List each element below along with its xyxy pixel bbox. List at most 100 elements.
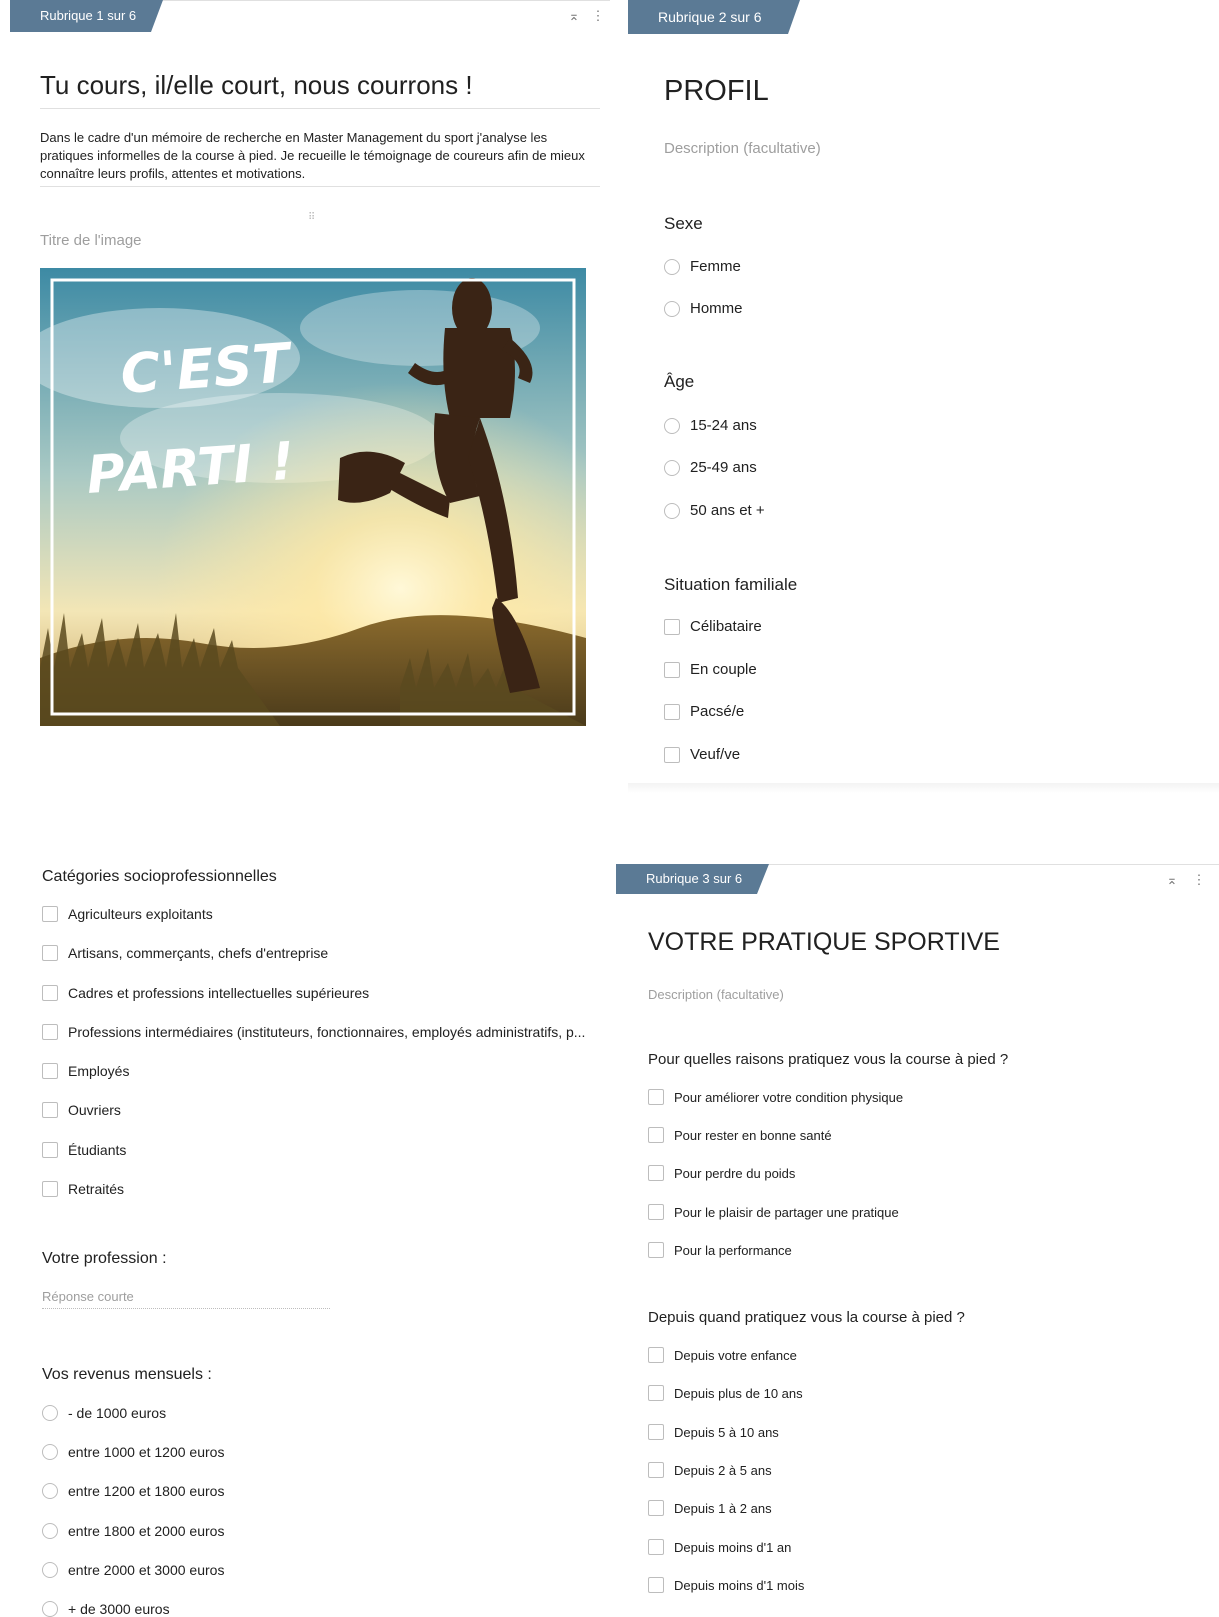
checkbox-option[interactable]: Depuis moins d'1 mois (648, 1577, 804, 1593)
radio-option[interactable]: 15-24 ans (664, 417, 757, 434)
checkbox-square[interactable] (648, 1165, 664, 1181)
question-csp-title: Catégories socioprofessionnelles (42, 868, 277, 885)
checkbox-option[interactable]: Agriculteurs exploitants (42, 906, 213, 922)
checkbox-square[interactable] (648, 1127, 664, 1143)
checkbox-option[interactable]: Depuis 2 à 5 ans (648, 1462, 772, 1478)
checkbox-square[interactable] (648, 1089, 664, 1105)
checkbox-square[interactable] (42, 985, 58, 1001)
section-2-title[interactable]: PROFIL (664, 75, 769, 108)
option-label: 15-24 ans (690, 417, 757, 434)
checkbox-option[interactable]: Depuis 5 à 10 ans (648, 1424, 779, 1440)
radio-circle[interactable] (664, 459, 680, 476)
checkbox-square[interactable] (42, 1024, 58, 1040)
drag-handle-icon[interactable]: ⠿ (308, 212, 316, 223)
option-label: 25-49 ans (690, 459, 757, 476)
radio-circle[interactable] (42, 1601, 58, 1617)
checkbox-option[interactable]: Employés (42, 1063, 129, 1079)
option-label: Retraités (68, 1181, 125, 1197)
radio-option[interactable]: - de 1000 euros (42, 1405, 166, 1421)
option-label: Femme (690, 258, 741, 275)
checkbox-option[interactable]: Ouvriers (42, 1102, 121, 1118)
checkbox-option[interactable]: Pour améliorer votre condition physique (648, 1089, 903, 1105)
radio-option[interactable]: entre 2000 et 3000 euros (42, 1562, 224, 1578)
checkbox-square[interactable] (42, 1102, 58, 1118)
checkbox-square[interactable] (648, 1424, 664, 1440)
option-label: Depuis 2 à 5 ans (674, 1462, 772, 1478)
checkbox-square[interactable] (664, 618, 680, 635)
checkbox-option[interactable]: Pour perdre du poids (648, 1165, 795, 1181)
checkbox-square[interactable] (42, 906, 58, 922)
form-title[interactable]: Tu cours, il/elle court, nous courrons ! (40, 70, 473, 101)
radio-circle[interactable] (664, 258, 680, 275)
radio-option[interactable]: + de 3000 euros (42, 1601, 170, 1617)
checkbox-square[interactable] (648, 1462, 664, 1478)
collapse-icon[interactable]: ⌅ (566, 8, 582, 24)
radio-circle[interactable] (42, 1562, 58, 1578)
checkbox-square[interactable] (664, 746, 680, 763)
checkbox-option[interactable]: Artisans, commerçants, chefs d'entrepris… (42, 945, 328, 961)
image-title-field[interactable]: Titre de l'image (40, 232, 142, 249)
radio-circle[interactable] (42, 1523, 58, 1539)
radio-option[interactable]: entre 1800 et 2000 euros (42, 1523, 224, 1539)
checkbox-option[interactable]: Depuis moins d'1 an (648, 1539, 791, 1555)
radio-circle[interactable] (42, 1444, 58, 1460)
radio-option[interactable]: entre 1000 et 1200 euros (42, 1444, 224, 1460)
checkbox-option[interactable]: Professions intermédiaires (instituteurs… (42, 1024, 585, 1040)
option-label: Employés (68, 1063, 130, 1079)
checkbox-square[interactable] (648, 1204, 664, 1220)
radio-circle[interactable] (664, 417, 680, 434)
checkbox-option[interactable]: Cadres et professions intellectuelles su… (42, 985, 369, 1001)
option-label: Ouvriers (68, 1102, 121, 1118)
section-3-description[interactable]: Description (facultative) (648, 987, 784, 1002)
option-label: entre 1000 et 1200 euros (68, 1444, 225, 1460)
checkbox-square[interactable] (648, 1539, 664, 1555)
checkbox-option[interactable]: Veuf/ve (664, 746, 740, 763)
radio-option[interactable]: Homme (664, 300, 743, 317)
checkbox-option[interactable]: Pour la performance (648, 1242, 792, 1258)
radio-circle[interactable] (42, 1405, 58, 1421)
checkbox-option[interactable]: Célibataire (664, 618, 762, 635)
checkbox-square[interactable] (648, 1385, 664, 1401)
checkbox-option[interactable]: Pour le plaisir de partager une pratique (648, 1204, 899, 1220)
checkbox-square[interactable] (42, 1142, 58, 1158)
checkbox-square[interactable] (648, 1500, 664, 1516)
checkbox-option[interactable]: En couple (664, 661, 757, 678)
question-profession-title: Votre profession : (42, 1250, 167, 1267)
checkbox-square[interactable] (648, 1242, 664, 1258)
checkbox-option[interactable]: Retraités (42, 1181, 124, 1197)
section-3-tab-label: Rubrique 3 sur 6 (646, 871, 743, 886)
checkbox-option[interactable]: Pour rester en bonne santé (648, 1127, 832, 1143)
question-situation-title: Situation familiale (664, 575, 798, 594)
collapse-icon[interactable]: ⌅ (1164, 872, 1180, 888)
option-label: Depuis moins d'1 mois (674, 1577, 805, 1593)
radio-circle[interactable] (664, 502, 680, 519)
radio-circle[interactable] (664, 300, 680, 317)
more-vert-icon[interactable]: ⋮ (1191, 872, 1207, 888)
checkbox-square[interactable] (664, 661, 680, 678)
checkbox-square[interactable] (42, 1181, 58, 1197)
more-vert-icon[interactable]: ⋮ (590, 8, 606, 24)
checkbox-square[interactable] (42, 945, 58, 961)
checkbox-option[interactable]: Pacsé/e (664, 703, 744, 720)
running-image[interactable]: C'EST PARTI ! (40, 268, 586, 726)
checkbox-square[interactable] (42, 1063, 58, 1079)
radio-option[interactable]: 25-49 ans (664, 459, 757, 476)
checkbox-square[interactable] (664, 703, 680, 720)
form-description[interactable]: Dans le cadre d'un mémoire de recherche … (40, 129, 600, 183)
profession-short-answer[interactable]: Réponse courte (42, 1289, 330, 1309)
checkbox-option[interactable]: Depuis plus de 10 ans (648, 1385, 803, 1401)
radio-option[interactable]: 50 ans et + (664, 502, 765, 519)
checkbox-option[interactable]: Depuis 1 à 2 ans (648, 1500, 772, 1516)
checkbox-square[interactable] (648, 1347, 664, 1363)
radio-option[interactable]: entre 1200 et 1800 euros (42, 1483, 224, 1499)
checkbox-square[interactable] (648, 1577, 664, 1593)
option-label: En couple (690, 661, 757, 678)
radio-circle[interactable] (42, 1483, 58, 1499)
section-2-continued-panel: Catégories socioprofessionnelles Agricul… (0, 858, 612, 1617)
radio-option[interactable]: Femme (664, 258, 741, 275)
checkbox-option[interactable]: Depuis votre enfance (648, 1347, 797, 1363)
question-sexe-title: Sexe (664, 214, 703, 233)
section-3-title[interactable]: VOTRE PRATIQUE SPORTIVE (648, 928, 1000, 957)
checkbox-option[interactable]: Étudiants (42, 1142, 126, 1158)
section-2-description[interactable]: Description (facultative) (664, 140, 821, 157)
